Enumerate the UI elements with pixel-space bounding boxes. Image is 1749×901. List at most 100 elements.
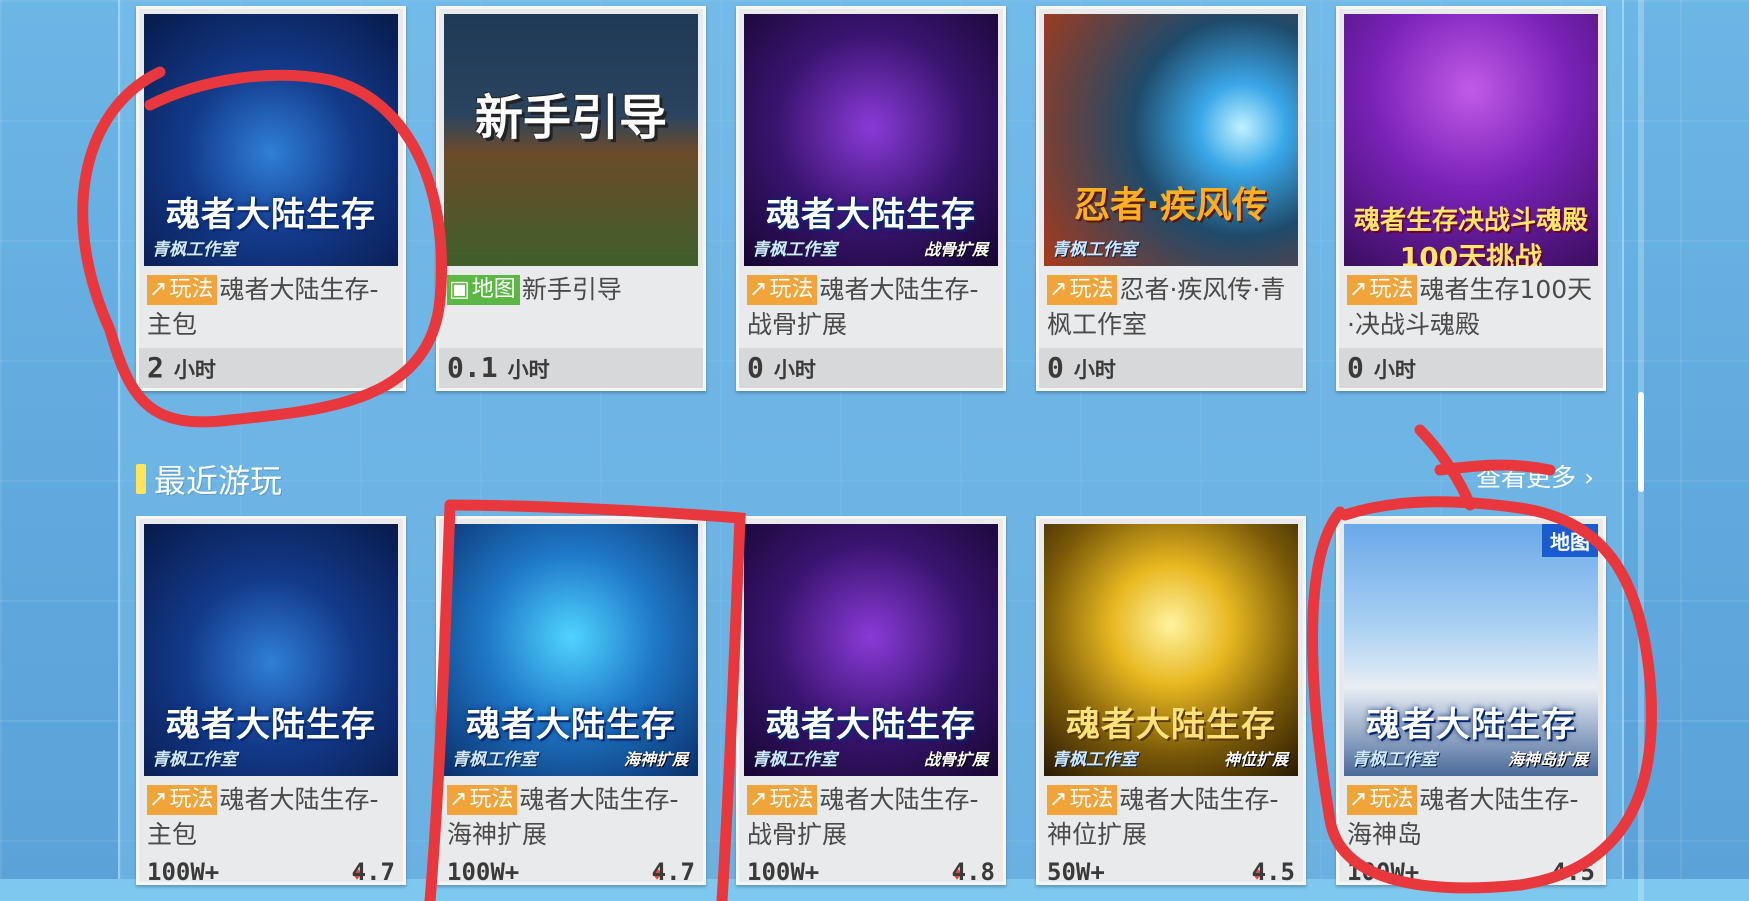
playtime-hours: 0 — [1347, 351, 1364, 384]
rating-value: 4.5 — [1551, 858, 1595, 882]
image-icon: ▣ — [449, 277, 470, 302]
arrow-icon: ↗ — [149, 787, 168, 812]
rating-value: 4.5 — [1251, 858, 1295, 882]
thumbnail-studio: 青枫工作室 — [152, 750, 237, 770]
section-accent-bar — [136, 464, 146, 494]
game-card[interactable]: 魂者生存决战斗魂殿 100天挑战 ↗玩法 魂者生存100天·决战斗魂殿 0 小时 — [1336, 6, 1606, 391]
category-tag: ▣地图 — [447, 275, 520, 305]
thumbnail-title: 魂者大陆生存 — [166, 705, 376, 745]
category-tag: ↗玩法 — [747, 275, 818, 305]
card-name: 新手引导 — [521, 275, 622, 304]
card-thumbnail: 魂者大陆生存 青枫工作室 神位扩展 — [1044, 524, 1298, 776]
thumbnail-extension: 海神岛扩展 — [1507, 750, 1588, 769]
arrow-icon: ↗ — [749, 787, 768, 812]
card-stats: 100W+ ♦ 4.5 — [1339, 858, 1603, 882]
thumbnail-extension: 战骨扩展 — [923, 240, 988, 259]
thumbnail-title: 魂者大陆生存 — [1366, 705, 1576, 745]
thumbnail-studio: 青枫工作室 — [752, 750, 837, 770]
card-info: ↗玩法 魂者大陆生存-战骨扩展 — [739, 266, 1003, 348]
playtime-bar: 0.1 小时 — [439, 348, 703, 388]
card-stats: 50W+ ♦ 4.5 — [1039, 858, 1303, 882]
arrow-icon: ↗ — [149, 277, 168, 302]
thumbnail-studio: 青枫工作室 — [152, 240, 237, 260]
card-thumbnail: 新手引导 — [444, 14, 698, 266]
card-info: ↗玩法 魂者大陆生存-海神扩展 — [439, 776, 703, 858]
map-badge: 地图 — [1542, 524, 1598, 557]
see-more-label: 查看更多 — [1476, 463, 1577, 492]
thumbnail-subtitle: 100天挑战 — [1399, 241, 1543, 266]
card-info: ▣地图 新手引导 — [439, 266, 703, 348]
play-count: 100W+ — [1347, 858, 1420, 882]
playtime-bar: 0 小时 — [1339, 348, 1603, 388]
card-thumbnail: 魂者大陆生存 青枫工作室 海神扩展 — [444, 524, 698, 776]
card-thumbnail: 魂者大陆生存 青枫工作室 战骨扩展 — [744, 14, 998, 266]
thumbnail-studio: 青枫工作室 — [1052, 240, 1137, 260]
card-thumbnail: 魂者大陆生存 青枫工作室 — [144, 524, 398, 776]
thumbnail-title: 新手引导 — [474, 90, 667, 146]
thumbnail-studio: 青枫工作室 — [752, 240, 837, 260]
card-info: ↗玩法 魂者生存100天·决战斗魂殿 — [1339, 266, 1603, 348]
game-card[interactable]: 新手引导 ▣地图 新手引导 0.1 小时 — [436, 6, 706, 391]
arrow-icon: ↗ — [1049, 787, 1068, 812]
category-tag: ↗玩法 — [747, 785, 818, 815]
card-info: ↗玩法 魂者大陆生存-主包 — [139, 266, 403, 348]
rating-value: 4.8 — [951, 858, 995, 882]
see-more-link[interactable]: 查看更多 › — [1476, 458, 1594, 494]
card-info: ↗玩法 魂者大陆生存-战骨扩展 — [739, 776, 1003, 858]
chevron-right-icon: › — [1583, 463, 1594, 492]
card-stats: 100W+ ♦ 4.8 — [739, 858, 1003, 882]
category-tag: ↗玩法 — [147, 275, 218, 305]
playtime-unit: 小时 — [507, 358, 550, 382]
game-card[interactable]: 忍者·疾风传 青枫工作室 ↗玩法 忍者·疾风传·青枫工作室 0 小时 — [1036, 6, 1306, 391]
game-card[interactable]: 魂者大陆生存 青枫工作室 ↗玩法 魂者大陆生存-主包 100W+ ♦ 4.7 — [136, 516, 406, 885]
thumbnail-studio: 青枫工作室 — [1352, 750, 1437, 770]
arrow-icon: ↗ — [1349, 787, 1368, 812]
card-info: ↗玩法 忍者·疾风传·青枫工作室 — [1039, 266, 1303, 348]
card-info: ↗玩法 魂者大陆生存-主包 — [139, 776, 403, 858]
scrollbar-thumb[interactable] — [1638, 392, 1644, 492]
section-title: 最近游玩 — [154, 462, 283, 500]
card-info: ↗玩法 魂者大陆生存-神位扩展 — [1039, 776, 1303, 858]
playtime-hours: 0 — [1047, 351, 1064, 384]
card-stats: 100W+ ♦ 4.7 — [139, 858, 403, 882]
category-tag: ↗玩法 — [1347, 785, 1418, 815]
arrow-icon: ↗ — [749, 277, 768, 302]
playtime-bar: 2 小时 — [139, 348, 403, 388]
thumbnail-extension: 神位扩展 — [1223, 750, 1288, 769]
thumbnail-title: 忍者·疾风传 — [1074, 185, 1268, 226]
play-count: 100W+ — [147, 858, 220, 882]
card-thumbnail: 魂者大陆生存 青枫工作室 战骨扩展 — [744, 524, 998, 776]
play-count: 50W+ — [1047, 858, 1105, 882]
card-thumbnail: 地图 魂者大陆生存 青枫工作室 海神岛扩展 — [1344, 524, 1598, 776]
game-card[interactable]: 地图 魂者大陆生存 青枫工作室 海神岛扩展 ↗玩法 魂者大陆生存-海神岛 100W… — [1336, 516, 1606, 885]
play-count: 100W+ — [747, 858, 820, 882]
thumbnail-title: 魂者大陆生存 — [466, 705, 676, 745]
playtime-unit: 小时 — [773, 358, 816, 382]
playtime-unit: 小时 — [1073, 358, 1116, 382]
game-card[interactable]: 魂者大陆生存 青枫工作室 海神扩展 ↗玩法 魂者大陆生存-海神扩展 100W+ ♦… — [436, 516, 706, 885]
card-info: ↗玩法 魂者大陆生存-海神岛 — [1339, 776, 1603, 858]
thumbnail-title: 魂者生存决战斗魂殿 — [1353, 206, 1588, 236]
game-card[interactable]: 魂者大陆生存 青枫工作室 ↗玩法 魂者大陆生存-主包 2 小时 — [136, 6, 406, 391]
card-stats: 100W+ ♦ 4.7 — [439, 858, 703, 882]
playtime-hours: 0 — [747, 351, 764, 384]
thumbnail-studio: 青枫工作室 — [452, 750, 537, 770]
game-card[interactable]: 魂者大陆生存 青枫工作室 战骨扩展 ↗玩法 魂者大陆生存-战骨扩展 100W+ ♦… — [736, 516, 1006, 885]
category-tag: ↗玩法 — [147, 785, 218, 815]
category-tag: ↗玩法 — [1347, 275, 1418, 305]
section-header-recent: 最近游玩 — [136, 456, 282, 502]
card-thumbnail: 忍者·疾风传 青枫工作室 — [1044, 14, 1298, 266]
thumbnail-extension: 海神扩展 — [623, 750, 688, 769]
playtime-unit: 小时 — [1373, 358, 1416, 382]
play-count: 100W+ — [447, 858, 520, 882]
thumbnail-studio: 青枫工作室 — [1052, 750, 1137, 770]
playtime-hours: 0.1 — [447, 351, 498, 384]
game-card[interactable]: 魂者大陆生存 青枫工作室 战骨扩展 ↗玩法 魂者大陆生存-战骨扩展 0 小时 — [736, 6, 1006, 391]
arrow-icon: ↗ — [1349, 277, 1368, 302]
card-thumbnail: 魂者大陆生存 青枫工作室 — [144, 14, 398, 266]
thumbnail-title: 魂者大陆生存 — [766, 195, 976, 235]
category-tag: ↗玩法 — [1047, 785, 1118, 815]
game-card[interactable]: 魂者大陆生存 青枫工作室 神位扩展 ↗玩法 魂者大陆生存-神位扩展 50W+ ♦ … — [1036, 516, 1306, 885]
thumbnail-extension: 战骨扩展 — [923, 750, 988, 769]
thumbnail-title: 魂者大陆生存 — [766, 705, 976, 745]
